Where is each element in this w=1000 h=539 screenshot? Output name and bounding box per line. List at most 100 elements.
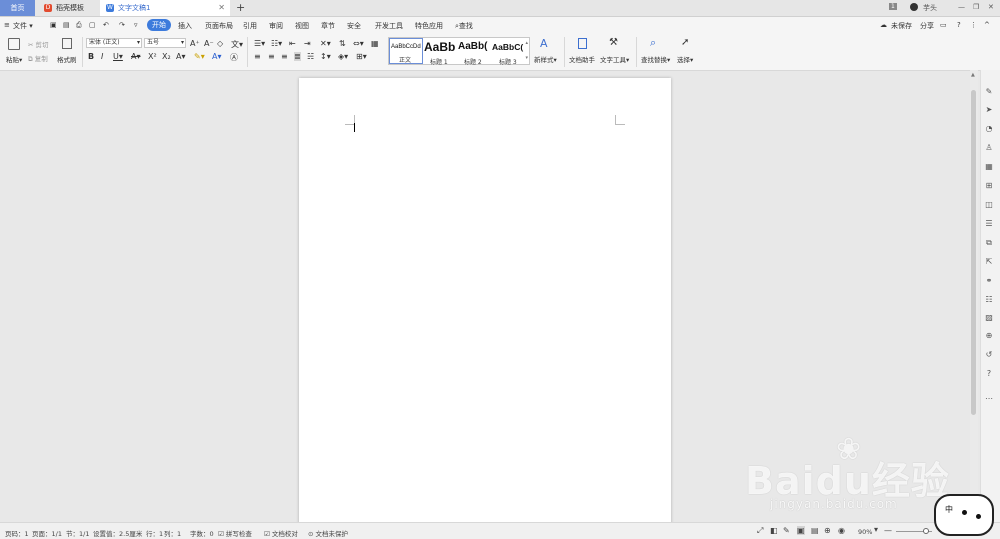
- find-icon[interactable]: ⌕: [650, 36, 656, 50]
- menu-developer[interactable]: 开发工具: [375, 21, 403, 31]
- word-count[interactable]: 字数：0: [190, 528, 214, 538]
- download-icon[interactable]: ⊕: [984, 331, 994, 341]
- avatar[interactable]: [910, 3, 918, 11]
- settings-sliders-icon[interactable]: ☰: [984, 219, 994, 229]
- style-heading-2[interactable]: AaBb( 标题 2: [458, 38, 492, 66]
- menu-chapter[interactable]: 章节: [321, 21, 335, 31]
- menu-start[interactable]: 开始: [147, 19, 171, 31]
- clear-format-icon[interactable]: ◇: [217, 39, 223, 48]
- shapes-icon[interactable]: ◔: [984, 124, 994, 134]
- find-replace-button[interactable]: 查找替换▾: [641, 54, 670, 64]
- font-name-select[interactable]: 宋体 (正文) ▾: [86, 38, 142, 48]
- chart-icon[interactable]: ◫: [984, 200, 994, 210]
- gallery-more-icon[interactable]: ▾: [525, 55, 528, 61]
- eye-protect-icon[interactable]: ◉: [838, 526, 845, 535]
- superscript-icon[interactable]: X²: [148, 52, 157, 61]
- tab-template[interactable]: D 稻壳模板: [38, 0, 98, 16]
- redo-icon[interactable]: ↷: [119, 21, 125, 29]
- ime-mascot[interactable]: 中: [934, 494, 994, 536]
- zoom-level[interactable]: 90%: [858, 528, 872, 536]
- wrench-icon[interactable]: ⚒: [609, 37, 618, 48]
- text-effect-icon[interactable]: A▾: [176, 52, 186, 61]
- zoom-slider-handle[interactable]: [923, 528, 929, 534]
- nav-pane-icon[interactable]: ◧: [770, 526, 778, 535]
- more-options-icon[interactable]: ⋯: [984, 394, 994, 404]
- show-marks-icon[interactable]: ⇔▾: [353, 39, 364, 48]
- document-page[interactable]: [299, 78, 671, 524]
- save-icon[interactable]: ▣: [50, 21, 57, 29]
- tab-document[interactable]: W 文字文稿1 ✕: [100, 0, 230, 16]
- cut-button[interactable]: ✂ 剪切: [28, 39, 49, 49]
- cursor-select-icon[interactable]: ➚: [681, 37, 689, 48]
- char-border-icon[interactable]: Ⓐ: [230, 52, 238, 63]
- style-heading-3[interactable]: AaBbC( 标题 3: [491, 38, 525, 66]
- grid-icon[interactable]: ▦: [984, 162, 994, 172]
- grow-font-icon[interactable]: A⁺: [190, 39, 200, 48]
- style-normal[interactable]: AaBbCcDd 正文: [389, 38, 423, 64]
- select-button[interactable]: 选择▾: [677, 54, 693, 64]
- restore-icon[interactable]: ❐: [973, 3, 979, 11]
- menu-file[interactable]: 文件 ▾: [13, 21, 33, 31]
- ribbon-collapse-icon[interactable]: ^: [984, 21, 990, 29]
- align-right-icon[interactable]: ≡: [281, 52, 288, 61]
- section-count[interactable]: 节：1/1: [66, 528, 89, 538]
- line-spacing-icon[interactable]: ↕▾: [320, 52, 331, 61]
- format-painter-button[interactable]: 格式刷: [57, 54, 77, 64]
- history-icon[interactable]: ↺: [984, 350, 994, 360]
- pinyin-icon[interactable]: 文▾: [231, 39, 243, 50]
- outline-view-icon[interactable]: ▤: [811, 526, 819, 535]
- menu-references[interactable]: 引用: [243, 21, 257, 31]
- increase-indent-icon[interactable]: ⇥: [304, 39, 311, 48]
- protection-button[interactable]: ⊙ 文档未保护: [308, 528, 348, 538]
- menu-features[interactable]: 特色应用: [415, 21, 443, 31]
- distributed-icon[interactable]: ☵: [307, 52, 314, 61]
- paste-icon[interactable]: [8, 38, 20, 50]
- export-pdf-icon[interactable]: ▤: [63, 21, 70, 29]
- customize-icon[interactable]: ▿: [134, 21, 138, 29]
- share-button[interactable]: 分享: [920, 21, 934, 31]
- doc-helper-button[interactable]: 文档助手: [569, 54, 595, 64]
- layers-icon[interactable]: ☷: [984, 295, 994, 305]
- spell-check-button[interactable]: ☑ 拼写检查: [218, 528, 252, 538]
- bold-icon[interactable]: B: [88, 52, 94, 61]
- pointer-icon[interactable]: ➤: [984, 105, 994, 115]
- close-window-icon[interactable]: ✕: [988, 3, 994, 11]
- web-view-icon[interactable]: ⊕: [824, 526, 831, 535]
- doc-helper-icon[interactable]: [578, 38, 587, 49]
- table-icon[interactable]: ▦: [371, 39, 379, 48]
- unsaved-status[interactable]: 未保存: [891, 21, 912, 31]
- collapse-icon[interactable]: ▭: [940, 21, 947, 29]
- page-view-icon[interactable]: ▣: [797, 526, 805, 535]
- decrease-indent-icon[interactable]: ⇤: [289, 39, 296, 48]
- more-icon[interactable]: ⋮: [970, 21, 977, 29]
- print-preview-icon[interactable]: ▢: [89, 21, 96, 29]
- strikethrough-icon[interactable]: A▾: [131, 52, 141, 61]
- edit-icon[interactable]: ✎: [783, 526, 790, 535]
- scrollbar-thumb[interactable]: [971, 90, 976, 415]
- menu-layout[interactable]: 页面布局: [205, 21, 233, 31]
- print-icon[interactable]: ⎙: [76, 21, 82, 30]
- font-size-select[interactable]: 五号 ▾: [144, 38, 186, 48]
- border-icon[interactable]: ⊞▾: [356, 52, 367, 61]
- style-heading-1[interactable]: AaBb 标题 1: [424, 38, 458, 66]
- scroll-up-icon[interactable]: ▲: [971, 72, 975, 78]
- export-icon[interactable]: ⇱: [984, 257, 994, 267]
- menu-icon[interactable]: ≡: [4, 21, 10, 29]
- setting-value[interactable]: 设置值：2.5厘米: [93, 528, 142, 538]
- connect-icon[interactable]: ⚭: [984, 276, 994, 286]
- align-center-icon[interactable]: ≡: [268, 52, 275, 61]
- new-style-icon[interactable]: A: [540, 37, 548, 50]
- paste-button[interactable]: 粘贴▾: [6, 54, 22, 64]
- page-count[interactable]: 页面：1/1: [32, 528, 62, 538]
- fullscreen-icon[interactable]: ⤢: [757, 526, 763, 536]
- proofread-button[interactable]: ☑ 文档校对: [264, 528, 298, 538]
- tab-home[interactable]: 首页: [0, 0, 35, 16]
- italic-icon[interactable]: I: [101, 52, 103, 61]
- menu-security[interactable]: 安全: [347, 21, 361, 31]
- shrink-font-icon[interactable]: A⁻: [204, 39, 214, 48]
- bullet-list-icon[interactable]: ☰▾: [254, 39, 265, 48]
- zoom-out-icon[interactable]: ▾: [874, 525, 878, 534]
- copy-doc-icon[interactable]: ⧉: [984, 238, 994, 248]
- justify-icon[interactable]: ≣: [294, 52, 301, 61]
- numbered-list-icon[interactable]: ☷▾: [271, 39, 282, 48]
